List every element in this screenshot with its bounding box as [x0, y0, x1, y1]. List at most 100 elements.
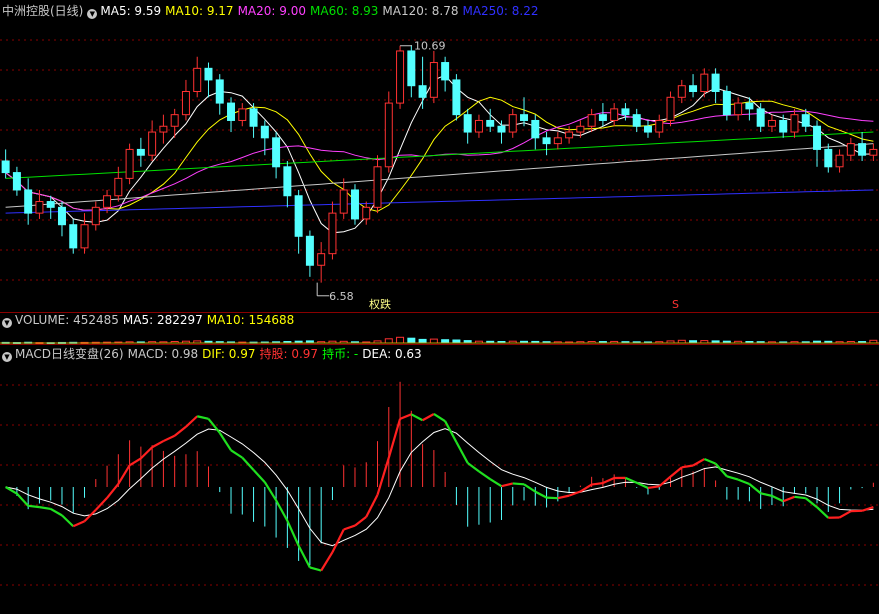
candle-body	[869, 148, 878, 156]
collapse-icon[interactable]: ▼	[2, 352, 12, 362]
dif-segment	[241, 456, 255, 471]
dif-segment	[737, 478, 750, 486]
ma-legend-item-3: MA60: 8.93	[310, 4, 379, 18]
hold-value: 持股: 0.97	[259, 347, 319, 361]
volume-title: VOLUME: 452485	[15, 313, 119, 327]
candle-body	[227, 102, 236, 121]
dif-segment	[275, 499, 289, 522]
dif-segment	[478, 470, 491, 481]
dif-segment	[647, 485, 660, 490]
dif-segment	[557, 494, 570, 500]
dif-segment	[748, 483, 762, 495]
macd-value: MACD: 0.98	[127, 347, 199, 361]
dif-segment	[444, 420, 458, 443]
dif-segment	[320, 551, 334, 572]
macd-chart[interactable]	[0, 345, 879, 614]
cash-value: 持币: -	[322, 347, 359, 361]
candle-body	[610, 108, 619, 121]
marker-left: 权跌	[369, 297, 391, 311]
candle-body	[373, 166, 382, 208]
candle-body	[497, 125, 506, 133]
dif-segment	[534, 490, 548, 499]
candle-body	[1, 160, 10, 174]
dea-value: DEA: 0.63	[362, 347, 422, 361]
volume-ma5: MA5: 282297	[122, 313, 203, 327]
collapse-icon[interactable]: ▼	[2, 318, 12, 328]
dif-segment	[602, 476, 615, 485]
candle-body	[193, 67, 202, 93]
price-panel: 中洲控股(日线) ▼ MA5: 9.59 MA10: 9.17 MA20: 9.00 MA…	[0, 0, 879, 312]
dif-segment	[669, 466, 683, 478]
candle-body	[272, 137, 281, 168]
ma-legend-item-0: MA5: 9.59	[100, 4, 162, 18]
dif-segment	[106, 483, 120, 499]
candle-body	[103, 195, 112, 208]
dif-segment	[252, 469, 266, 483]
dif-segment	[207, 418, 221, 434]
candle-body	[91, 206, 100, 226]
collapse-icon[interactable]: ▼	[87, 9, 98, 19]
candle-body	[643, 125, 652, 133]
candle-body	[542, 137, 551, 145]
candle-body	[35, 201, 44, 214]
ma120-line	[5, 143, 874, 208]
candle-body	[463, 114, 472, 133]
candle-body	[114, 177, 123, 197]
ma-legend-item-4: MA120: 8.78	[382, 4, 459, 18]
dif-segment	[455, 441, 469, 464]
dif-segment	[591, 481, 604, 486]
dif-segment	[726, 475, 739, 481]
dif-segment	[399, 413, 412, 420]
dif-segment	[782, 495, 795, 503]
high-label: 10.69	[414, 40, 446, 53]
candle-body	[339, 189, 348, 214]
candle-body	[508, 114, 517, 133]
dif-segment	[343, 524, 356, 531]
dif-segment	[39, 506, 51, 511]
candle-body	[553, 137, 562, 145]
candle-body	[801, 114, 810, 127]
dif-segment	[117, 464, 131, 485]
candle-body	[69, 224, 78, 249]
candlestick-chart[interactable]: 10.69 6.58 权跌 S	[0, 0, 879, 312]
dif-segment	[354, 515, 367, 527]
dif-segment	[94, 497, 108, 511]
candle-body	[125, 148, 134, 179]
candle-body	[858, 143, 867, 156]
dif-segment	[433, 413, 446, 423]
candle-body	[249, 108, 258, 127]
candle-body	[396, 50, 405, 104]
dif-segment	[16, 492, 29, 507]
candle-body	[429, 62, 438, 98]
price-title: 中洲控股(日线)	[2, 4, 84, 18]
candle-body	[756, 108, 765, 127]
candle-body	[80, 224, 89, 249]
macd-header: ▼ MACD日线变盘(26) MACD: 0.98 DIF: 0.97 持股: 0.97…	[2, 346, 426, 362]
dif-segment	[512, 482, 525, 486]
candle-body	[655, 119, 664, 133]
candle-body	[238, 108, 247, 121]
volume-bar	[429, 338, 438, 344]
dif-segment	[422, 413, 435, 422]
candle-body	[362, 206, 371, 220]
candle-body	[734, 102, 743, 116]
candle-body	[317, 253, 326, 266]
candle-body	[181, 91, 190, 116]
dif-segment	[50, 507, 63, 517]
dif-segment	[185, 415, 198, 428]
candle-body	[520, 114, 529, 121]
candle-body	[474, 119, 483, 133]
candle-body	[824, 148, 833, 168]
volume-ma10: MA10: 154688	[206, 313, 295, 327]
dif-segment	[376, 457, 390, 496]
marker-right: S	[672, 298, 679, 311]
candle-body	[260, 125, 269, 139]
dif-segment	[173, 425, 187, 437]
volume-bar	[396, 336, 405, 344]
dif-segment	[703, 458, 717, 465]
candle-body	[767, 119, 776, 127]
candle-body	[407, 50, 416, 87]
ma20-line	[5, 110, 874, 211]
candle-body	[305, 235, 314, 266]
candle-body	[722, 91, 731, 116]
